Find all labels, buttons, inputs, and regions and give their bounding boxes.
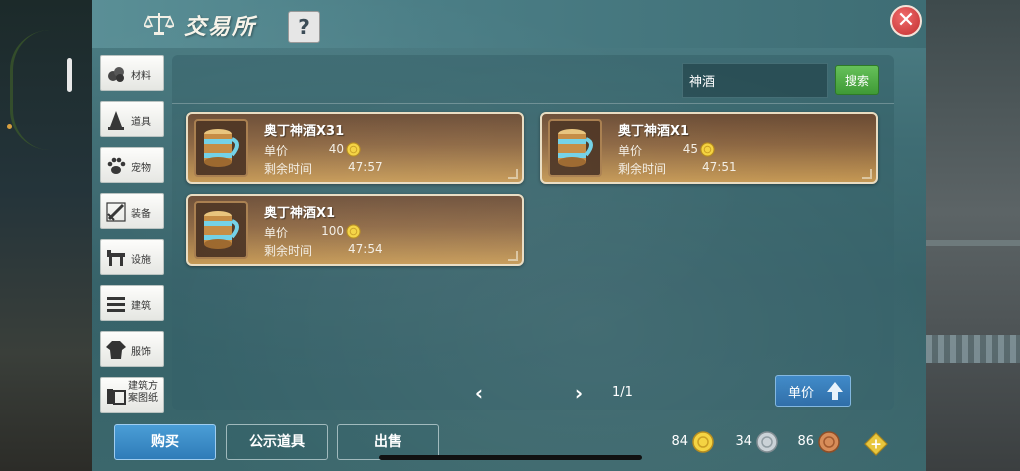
sort-up-arrow-icon — [827, 382, 843, 400]
time-value: 47:57 — [348, 160, 383, 174]
sort-by-price-button[interactable]: 单价 — [775, 375, 851, 407]
mead-barrel-icon — [558, 129, 593, 167]
corner-mark — [508, 169, 518, 179]
item-thumbnail — [548, 119, 602, 177]
material-icon — [108, 67, 124, 82]
copper-coin-icon — [818, 431, 840, 453]
category-item[interactable]: 道具 — [100, 101, 164, 137]
gold-coin-icon — [692, 431, 714, 453]
close-button[interactable]: ✕ — [890, 5, 922, 37]
silver-amount: 34 — [735, 434, 752, 449]
gold-coin-icon — [700, 142, 715, 157]
blueprint-icon — [107, 389, 126, 405]
category-label: 建筑方案图纸 — [128, 381, 158, 404]
buy-button[interactable]: 购买 — [114, 424, 216, 460]
copper-currency: 86 — [788, 431, 844, 455]
side-handle[interactable] — [67, 58, 72, 92]
gold-coin-icon — [346, 224, 361, 239]
copper-amount: 86 — [797, 434, 814, 449]
category-material[interactable]: 材料 — [100, 55, 164, 91]
title-bar: 交易所 ? ✕ — [92, 0, 926, 48]
category-label: 设施 — [131, 255, 151, 266]
price-value: 100 — [321, 224, 344, 238]
public-items-button[interactable]: 公示道具 — [226, 424, 328, 460]
item-icon — [108, 111, 124, 130]
corner-mark — [862, 169, 872, 179]
category-label: 建筑 — [131, 301, 151, 312]
search-button[interactable]: 搜索 — [835, 65, 879, 95]
prev-page-button[interactable]: ‹ — [472, 383, 486, 403]
item-name: 奥丁神酒X1 — [264, 206, 336, 221]
add-currency-button[interactable]: + — [864, 432, 888, 456]
category-clothing[interactable]: 服饰 — [100, 331, 164, 367]
game-background-right — [926, 0, 1020, 471]
category-label: 装备 — [131, 209, 151, 220]
listing-panel: 搜索 奥丁神酒X31 单价 40 剩余时间 47 — [172, 55, 894, 410]
divider — [172, 103, 894, 104]
sort-label: 单价 — [788, 386, 815, 401]
light-dot — [7, 124, 12, 129]
listing-card[interactable]: 奥丁神酒X1 单价 100 剩余时间 47:54 — [186, 194, 524, 266]
item-thumbnail — [194, 119, 248, 177]
corner-mark — [508, 251, 518, 261]
add-label: + — [870, 437, 882, 453]
time-label: 剩余时间 — [618, 162, 667, 176]
exchange-window: 交易所 ? ✕ 材料 道具 宠物 装备 设施 建筑 服饰 建筑方案图纸 神酒 搜… — [92, 0, 926, 471]
gold-amount: 84 — [671, 434, 688, 449]
item-name: 奥丁神酒X1 — [618, 124, 690, 139]
price-value: 40 — [328, 142, 344, 156]
railing-decoration — [926, 335, 1020, 363]
facility-icon — [107, 250, 125, 266]
category-blueprint[interactable]: 建筑方案图纸 — [100, 377, 164, 413]
time-label: 剩余时间 — [264, 162, 313, 176]
vine-decoration — [10, 30, 83, 150]
category-pet[interactable]: 宠物 — [100, 147, 164, 183]
time-value: 47:51 — [702, 160, 737, 174]
time-value: 47:54 — [348, 242, 383, 256]
listing-card[interactable]: 奥丁神酒X31 单价 40 剩余时间 47:57 — [186, 112, 524, 184]
game-background-left — [0, 0, 92, 471]
category-building[interactable]: 建筑 — [100, 285, 164, 321]
building-icon — [107, 297, 125, 312]
mead-barrel-icon — [204, 211, 239, 249]
pet-paw-icon — [107, 157, 126, 174]
silver-currency: 34 — [726, 431, 782, 455]
item-thumbnail — [194, 201, 248, 259]
mead-barrel-icon — [204, 129, 239, 167]
page-title: 交易所 — [184, 15, 257, 40]
category-label: 服饰 — [131, 347, 151, 358]
equipment-sword-icon — [106, 202, 126, 222]
category-label: 宠物 — [131, 163, 151, 174]
listing-card[interactable]: 奥丁神酒X1 单价 45 剩余时间 47:51 — [540, 112, 878, 184]
silver-coin-icon — [756, 431, 778, 453]
price-value: 45 — [682, 142, 698, 156]
search-input[interactable] — [682, 63, 828, 98]
gold-currency: 84 — [662, 431, 718, 455]
help-button[interactable]: ? — [288, 11, 320, 43]
page-indicator: 1/1 — [612, 385, 633, 400]
category-label: 道具 — [131, 117, 151, 128]
category-facility[interactable]: 设施 — [100, 239, 164, 275]
next-page-button[interactable]: › — [572, 383, 586, 403]
category-label: 材料 — [131, 71, 151, 82]
ledge-decoration — [926, 240, 1020, 246]
item-name: 奥丁神酒X31 — [264, 124, 345, 139]
time-label: 剩余时间 — [264, 244, 313, 258]
scales-icon — [144, 13, 174, 35]
gold-coin-icon — [346, 142, 361, 157]
category-equipment[interactable]: 装备 — [100, 193, 164, 229]
clothing-icon — [106, 341, 126, 359]
home-indicator[interactable] — [379, 455, 642, 460]
